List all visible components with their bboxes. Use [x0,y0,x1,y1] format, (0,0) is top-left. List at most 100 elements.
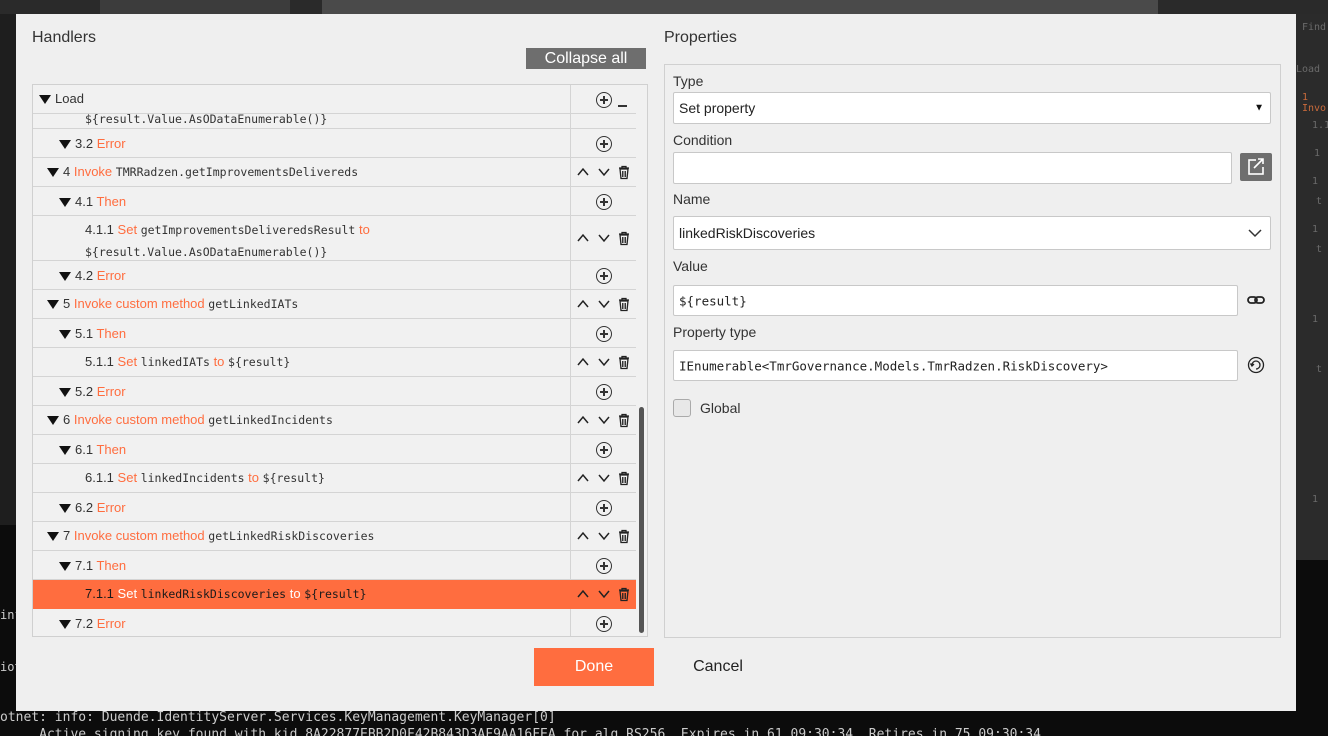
move-up-icon[interactable] [575,164,591,180]
tree-row-7-1[interactable]: 7.1 Then [33,551,636,580]
bg-line: 1 [1312,314,1319,325]
tree-row-7-2[interactable]: 7.2 Error [33,609,636,636]
expand-caret-icon[interactable] [39,95,51,105]
row-keyword: Error [96,136,126,151]
tree-row-6[interactable]: 6 Invoke custom method getLinkedIncident… [33,406,636,435]
move-up-icon[interactable] [575,296,591,312]
expand-caret-icon[interactable] [59,446,71,456]
tree-row-4[interactable]: 4 Invoke TMRRadzen.getImprovementsDelive… [33,158,636,187]
row-keyword: Error [96,616,126,631]
add-action-icon[interactable] [596,616,612,632]
move-up-icon[interactable] [575,528,591,544]
tree-row-6-1[interactable]: 6.1 Then [33,435,636,464]
add-action-icon[interactable] [596,268,612,284]
trash-icon[interactable] [616,230,632,246]
value-input[interactable]: ${result} [673,285,1238,316]
tree-row-7-1-1-selected[interactable]: 7.1.1 Set linkedRiskDiscoveries to ${res… [33,580,636,609]
expand-caret-icon[interactable] [59,504,71,514]
property-type-input[interactable]: IEnumerable<TmrGovernance.Models.TmrRadz… [673,350,1238,381]
tree-row-6-2[interactable]: 6.2 Error [33,493,636,522]
move-up-icon[interactable] [575,586,591,602]
move-down-icon[interactable] [596,586,612,602]
global-checkbox[interactable] [673,399,691,417]
trash-icon[interactable] [616,528,632,544]
dropdown-arrow-icon: ▼ [1254,102,1264,114]
move-down-icon[interactable] [596,296,612,312]
tree-row-load[interactable]: Load [33,85,636,114]
expand-caret-icon[interactable] [47,168,59,178]
trash-icon[interactable] [616,354,632,370]
open-editor-button[interactable] [1240,153,1272,181]
tree-row-5[interactable]: 5 Invoke custom method getLinkedIATs [33,290,636,319]
move-up-icon[interactable] [575,354,591,370]
trash-icon[interactable] [616,470,632,486]
add-action-icon[interactable] [596,136,612,152]
move-up-icon[interactable] [575,470,591,486]
row-number: 7.1 [75,558,94,573]
tree-row-3-2[interactable]: 3.2 Error [33,129,636,158]
bg-line: 1 [1314,148,1321,159]
tree-row-5-2[interactable]: 5.2 Error [33,377,636,406]
row-number: 6.2 [75,500,94,515]
add-action-icon[interactable] [596,500,612,516]
trash-icon[interactable] [616,412,632,428]
move-down-icon[interactable] [596,412,612,428]
properties-title: Properties [664,29,737,46]
move-down-icon[interactable] [596,354,612,370]
tree-row-5-1-1[interactable]: 5.1.1 Set linkedIATs to ${result} [33,348,636,377]
tree-row-4-1-1[interactable]: 4.1.1 Set getImprovementsDeliveredsResul… [33,216,636,261]
row-keyword: Invoke custom method [73,296,205,311]
expand-caret-icon[interactable] [59,330,71,340]
expand-caret-icon[interactable] [59,388,71,398]
collapse-all-button[interactable]: Collapse all [526,48,646,69]
add-action-icon[interactable] [596,194,612,210]
add-action-icon[interactable] [596,384,612,400]
code-text: ${result.Value.AsODataEnumerable()} [85,245,328,259]
condition-input[interactable] [673,152,1232,184]
handlers-dialog: Handlers Collapse all Properties Load ${… [16,14,1296,711]
tree-row-4-2[interactable]: 4.2 Error [33,261,636,290]
move-down-icon[interactable] [596,470,612,486]
value-input-value: ${result} [679,293,747,308]
done-button[interactable]: Done [534,648,654,686]
trash-icon[interactable] [616,164,632,180]
type-select[interactable]: Set property ▼ [673,92,1271,124]
row-keyword: Error [96,268,126,283]
code-text: getLinkedRiskDiscoveries [208,529,375,543]
add-action-icon[interactable] [596,558,612,574]
move-up-icon[interactable] [575,230,591,246]
trash-icon[interactable] [616,586,632,602]
tree-row-5-1[interactable]: 5.1 Then [33,319,636,348]
expand-caret-icon[interactable] [59,140,71,150]
move-down-icon[interactable] [596,164,612,180]
expand-caret-icon[interactable] [59,620,71,630]
terminal-left-edge [0,525,16,736]
move-down-icon[interactable] [596,528,612,544]
refresh-icon[interactable] [1247,356,1265,374]
expand-caret-icon[interactable] [47,300,59,310]
add-action-icon[interactable] [596,326,612,342]
expand-caret-icon[interactable] [59,562,71,572]
name-select[interactable]: linkedRiskDiscoveries [673,216,1271,250]
bg-line: 1 [1312,224,1319,235]
move-up-icon[interactable] [575,412,591,428]
tree-row-4-1[interactable]: 4.1 Then [33,187,636,216]
add-action-icon[interactable] [596,92,612,108]
tree-scrollbar[interactable] [639,407,644,633]
tree-row-continuation: ${result.Value.AsODataEnumerable()} [33,114,636,129]
cancel-button[interactable]: Cancel [676,648,760,686]
find-label: Find [1302,22,1327,33]
tree-row-7[interactable]: 7 Invoke custom method getLinkedRiskDisc… [33,522,636,551]
code-text: ${result} [304,587,367,601]
move-down-icon[interactable] [596,230,612,246]
trash-icon[interactable] [616,296,632,312]
add-action-icon[interactable] [596,442,612,458]
code-text: ${result} [228,355,291,369]
expand-caret-icon[interactable] [59,272,71,282]
tree-row-6-1-1[interactable]: 6.1.1 Set linkedIncidents to ${result} [33,464,636,493]
expand-caret-icon[interactable] [47,416,59,426]
expand-caret-icon[interactable] [59,198,71,208]
link-icon[interactable] [1247,291,1265,309]
handlers-title: Handlers [32,29,97,46]
expand-caret-icon[interactable] [47,532,59,542]
